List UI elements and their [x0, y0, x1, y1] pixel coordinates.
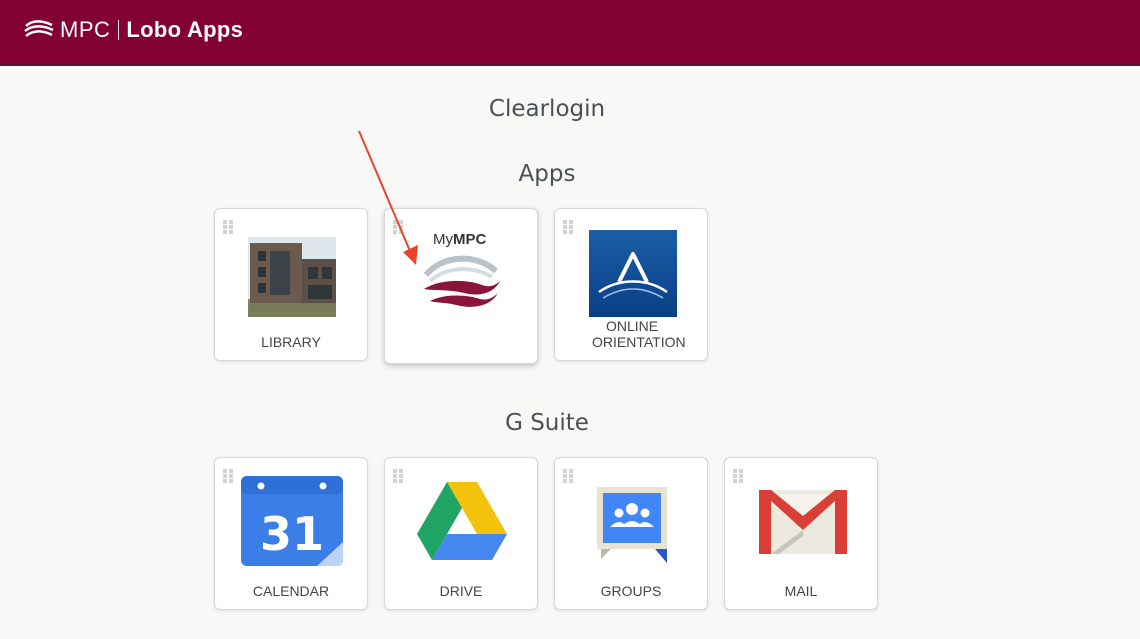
brand[interactable]: MPC Lobo Apps	[22, 14, 243, 46]
library-building-icon	[248, 237, 336, 317]
drag-handle-icon[interactable]	[563, 220, 573, 234]
mympc-logo-mpc: MPC	[453, 231, 487, 248]
calendar-date-text: 31	[260, 507, 324, 561]
tile-label: LIBRARY	[261, 334, 321, 350]
org-title: Clearlogin	[488, 96, 606, 122]
section-title-apps: Apps	[518, 161, 576, 187]
brand-divider	[118, 20, 120, 40]
app-tile-online-orientation[interactable]: ONLINE ORIENTATION	[554, 208, 708, 361]
google-drive-icon	[417, 482, 507, 560]
brand-mpc-text: MPC	[60, 17, 111, 42]
mympc-logo-text: MyMPC	[433, 231, 486, 248]
drag-handle-icon[interactable]	[223, 220, 233, 234]
drag-handle-icon[interactable]	[393, 220, 403, 234]
mpc-wave-logo-icon	[24, 20, 54, 37]
app-tile-calendar[interactable]: 31 CALENDAR	[214, 457, 368, 610]
google-groups-icon	[597, 487, 667, 563]
google-calendar-icon: 31	[241, 476, 343, 566]
drag-handle-icon[interactable]	[563, 469, 573, 483]
tile-label: ONLINE ORIENTATION	[592, 318, 686, 350]
mympc-logo-icon	[423, 255, 500, 307]
gmail-icon	[759, 490, 847, 554]
drag-handle-icon[interactable]	[393, 469, 403, 483]
section-title-gsuite: G Suite	[505, 410, 589, 436]
drag-handle-icon[interactable]	[733, 469, 743, 483]
tile-label: MAIL	[784, 583, 818, 599]
app-tile-mympc[interactable]: MyMPC	[384, 208, 538, 364]
app-tile-library[interactable]: LIBRARY	[214, 208, 368, 361]
tile-label: CALENDAR	[252, 583, 330, 599]
app-tile-groups[interactable]: GROUPS	[554, 457, 708, 610]
top-bar: MPC Lobo Apps	[0, 0, 1140, 66]
mympc-logo-my: My	[433, 231, 453, 248]
online-orientation-icon	[589, 230, 677, 317]
tile-label: GROUPS	[600, 583, 662, 599]
app-tile-drive[interactable]: DRIVE	[384, 457, 538, 610]
app-tile-mail[interactable]: MAIL	[724, 457, 878, 610]
drag-handle-icon[interactable]	[223, 469, 233, 483]
brand-app-name: Lobo Apps	[126, 17, 244, 42]
tile-label: DRIVE	[439, 583, 483, 599]
